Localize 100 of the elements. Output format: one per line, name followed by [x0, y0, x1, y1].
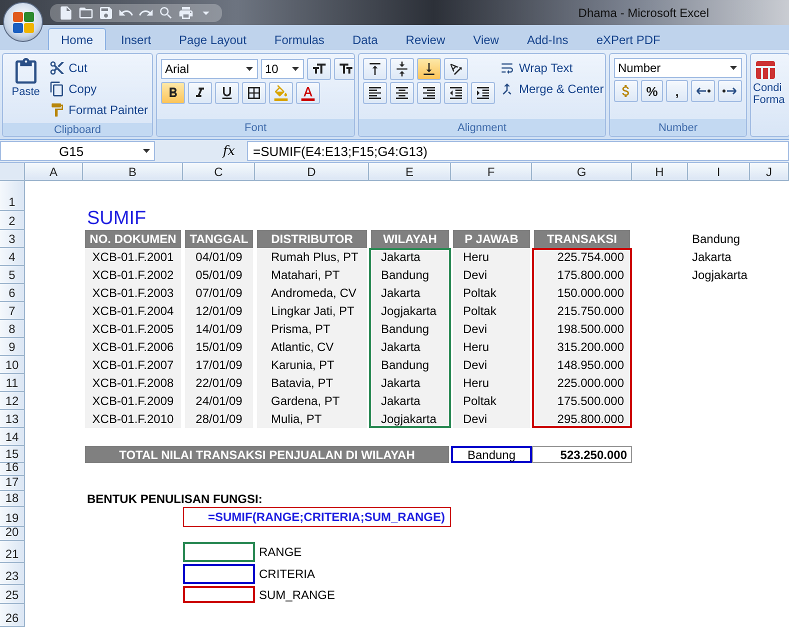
row-header[interactable]: 15: [0, 446, 25, 463]
row-header[interactable]: 3: [0, 230, 25, 248]
row-header[interactable]: 13: [0, 410, 25, 428]
row-header[interactable]: 14: [0, 428, 25, 446]
row-header[interactable]: 1: [0, 181, 25, 211]
table-cell: 14/01/09: [185, 320, 253, 338]
column-header[interactable]: D: [255, 163, 369, 181]
row-header[interactable]: 20: [0, 527, 25, 541]
increase-indent-button[interactable]: [471, 82, 495, 104]
row-header[interactable]: 17: [0, 476, 25, 491]
shrink-font-button[interactable]: [334, 58, 354, 80]
row-header[interactable]: 11: [0, 374, 25, 392]
table-cell: Devi: [453, 410, 530, 428]
row-header[interactable]: 12: [0, 392, 25, 410]
table-cell: Poltak: [453, 302, 530, 320]
format-painter-button[interactable]: Format Painter: [48, 100, 148, 119]
ribbon-tab[interactable]: eXPert PDF: [583, 28, 674, 50]
center-button[interactable]: [390, 82, 414, 104]
wrap-text-button[interactable]: Wrap Text: [499, 58, 604, 77]
search-icon[interactable]: [158, 4, 174, 20]
currency-button[interactable]: [614, 80, 638, 102]
column-header[interactable]: J: [750, 163, 789, 181]
row-header[interactable]: 10: [0, 356, 25, 374]
row-header[interactable]: 21: [0, 541, 25, 563]
bold-button[interactable]: [161, 82, 185, 104]
column-header[interactable]: A: [25, 163, 83, 181]
top-align-button[interactable]: [363, 58, 387, 80]
folder-icon[interactable]: [78, 4, 94, 20]
font-size-dropdown[interactable]: 10: [261, 59, 304, 79]
font-color-button[interactable]: [296, 82, 320, 104]
borders-button[interactable]: [242, 82, 266, 104]
row-header[interactable]: 5: [0, 266, 25, 284]
region-label: Jakarta: [691, 249, 732, 266]
bottom-align-button[interactable]: [417, 58, 441, 80]
cut-button[interactable]: Cut: [48, 58, 148, 77]
table-header: TRANSAKSI: [534, 230, 630, 248]
column-header[interactable]: G: [532, 163, 632, 181]
table-cell: Bandung: [371, 320, 449, 338]
underline-button[interactable]: [215, 82, 239, 104]
row-header[interactable]: 9: [0, 338, 25, 356]
insert-function-button[interactable]: fx: [222, 144, 235, 158]
caret-icon: [730, 66, 737, 70]
ribbon-tab[interactable]: Add-Ins: [514, 28, 582, 50]
conditional-formatting-button[interactable]: Condi Forma: [753, 58, 785, 132]
table-cell: 150.000.000: [534, 284, 630, 302]
row-header[interactable]: 7: [0, 302, 25, 320]
group-label: Number: [610, 119, 746, 136]
increase-decimal-button[interactable]: [691, 80, 715, 102]
formula-field[interactable]: =SUMIF(E4:E13;F15;G4:G13): [247, 141, 789, 161]
table-header: TANGGAL: [185, 230, 253, 248]
row-header[interactable]: 18: [0, 491, 25, 507]
column-header[interactable]: H: [632, 163, 688, 181]
row-header[interactable]: 25: [0, 585, 25, 604]
fill-color-button[interactable]: [269, 82, 293, 104]
row-header[interactable]: 8: [0, 320, 25, 338]
percent-button[interactable]: %: [641, 80, 663, 102]
orientation-button[interactable]: [444, 58, 468, 80]
new-file-icon[interactable]: [58, 4, 74, 20]
save-icon[interactable]: [98, 4, 114, 20]
number-format-dropdown[interactable]: Number: [614, 58, 742, 78]
align-left-button[interactable]: [363, 82, 387, 104]
ribbon-tab[interactable]: Home: [48, 28, 106, 50]
column-header[interactable]: C: [183, 163, 255, 181]
row-header[interactable]: 16: [0, 463, 25, 476]
paste-button[interactable]: Paste: [7, 58, 45, 119]
table-cell: Heru: [453, 248, 530, 266]
criteria-cell[interactable]: Bandung: [451, 446, 532, 463]
ribbon-tab[interactable]: Data: [339, 28, 391, 50]
table-header: P JAWAB: [453, 230, 530, 248]
total-value-cell[interactable]: 523.250.000: [532, 446, 632, 463]
align-right-button[interactable]: [417, 82, 441, 104]
decrease-indent-button[interactable]: [444, 82, 468, 104]
column-header[interactable]: I: [688, 163, 750, 181]
row-header[interactable]: 2: [0, 211, 25, 230]
column-header[interactable]: F: [451, 163, 532, 181]
row-header[interactable]: 26: [0, 604, 25, 627]
column-header[interactable]: E: [369, 163, 451, 181]
ribbon-tab[interactable]: Review: [392, 28, 458, 50]
ribbon-tab[interactable]: View: [460, 28, 512, 50]
row-header[interactable]: 4: [0, 248, 25, 266]
ribbon-tab[interactable]: Formulas: [261, 28, 338, 50]
table-cell: 22/01/09: [185, 374, 253, 392]
column-header[interactable]: B: [83, 163, 183, 181]
row-header[interactable]: 6: [0, 284, 25, 302]
decrease-decimal-button[interactable]: [718, 80, 742, 102]
ribbon-tab[interactable]: Page Layout: [166, 28, 260, 50]
table-cell: 07/01/09: [185, 284, 253, 302]
merge-center-button[interactable]: Merge & Center: [499, 79, 604, 98]
name-box[interactable]: G15: [0, 141, 155, 161]
comma-button[interactable]: ,: [666, 80, 688, 102]
row-header[interactable]: 19: [0, 507, 25, 527]
italic-button[interactable]: [188, 82, 212, 104]
copy-button[interactable]: Copy: [48, 79, 148, 98]
grow-font-button[interactable]: [307, 58, 331, 80]
ribbon-tab[interactable]: Insert: [108, 28, 164, 50]
row-header[interactable]: 23: [0, 563, 25, 585]
print-icon[interactable]: [178, 4, 194, 20]
table-cell: Devi: [453, 320, 530, 338]
middle-align-button[interactable]: [390, 58, 414, 80]
font-name-dropdown[interactable]: Arial: [161, 59, 258, 79]
